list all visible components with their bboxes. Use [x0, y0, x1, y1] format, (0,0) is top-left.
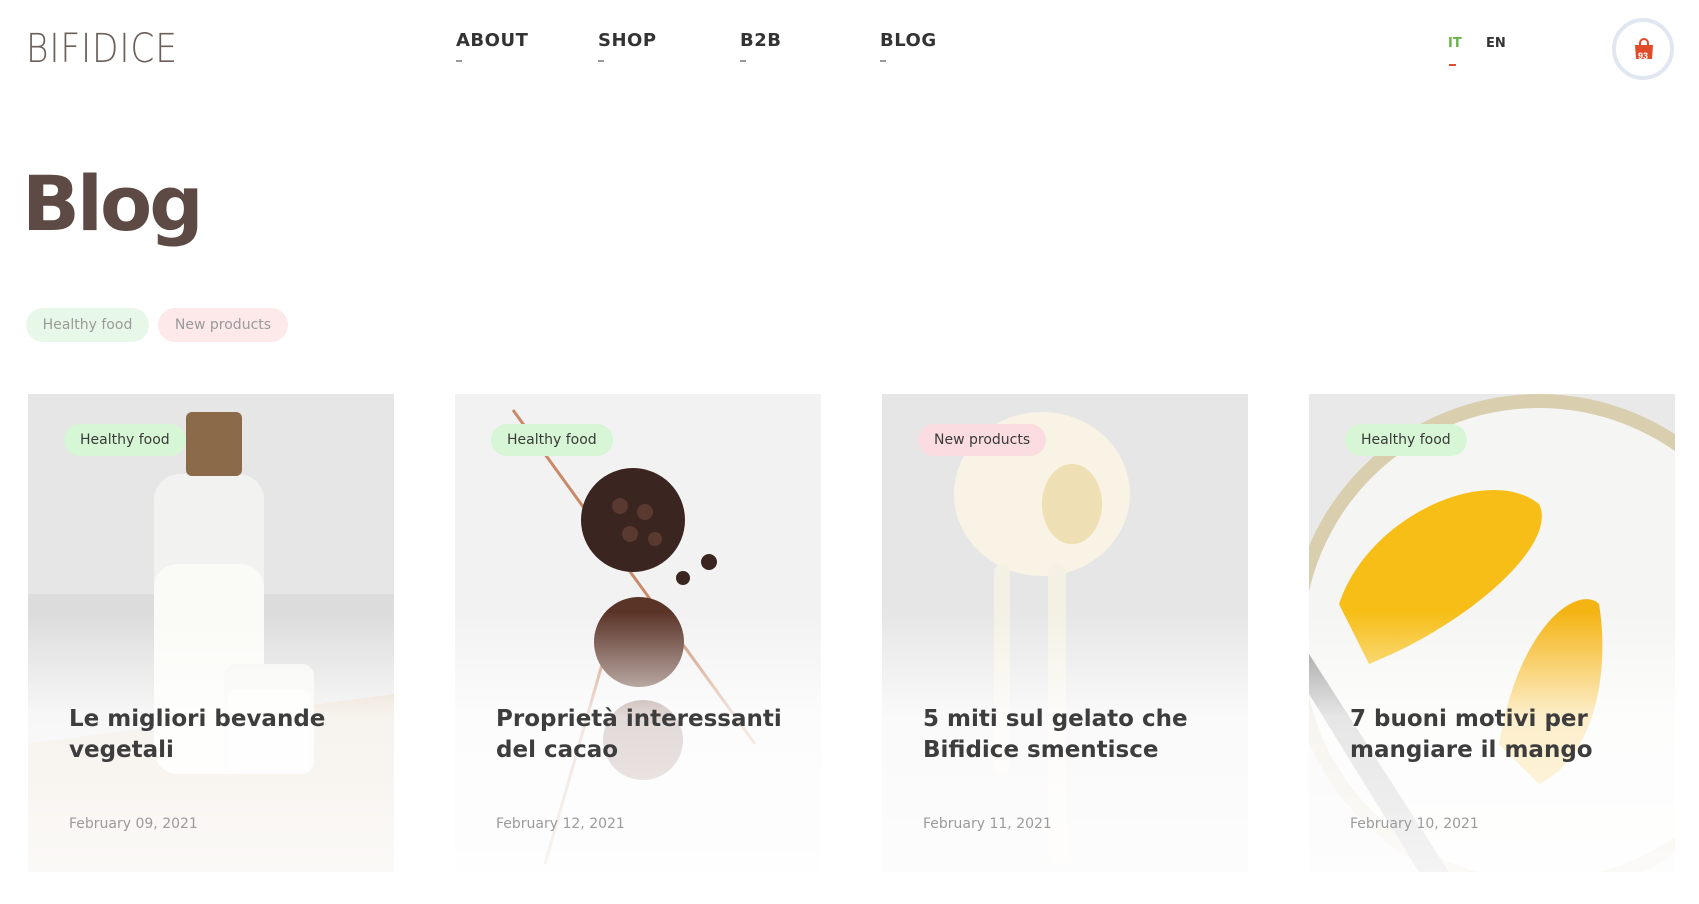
card-title[interactable]: Proprietà interessanti del cacao	[496, 704, 796, 766]
lang-en-label: EN	[1486, 36, 1506, 51]
nav-item-shop[interactable]: SHOP	[598, 30, 657, 62]
card-title[interactable]: 7 buoni motivi per mangiare il mango più…	[1350, 704, 1650, 766]
filter-healthy-food[interactable]: Healthy food	[26, 308, 149, 342]
card-title[interactable]: 5 miti sul gelato che Bifidice smentisce	[923, 704, 1223, 766]
card-tag: New products	[918, 424, 1047, 456]
lang-it-link[interactable]: IT	[1448, 36, 1462, 66]
lang-it-label: IT	[1448, 36, 1462, 51]
nav-item-label: BLOG	[880, 30, 937, 51]
blog-card[interactable]: Healthy food 7 buoni motivi per mangiare…	[1309, 394, 1675, 872]
card-title[interactable]: Le migliori bevande vegetali	[69, 704, 369, 766]
nav-dash	[880, 60, 886, 62]
card-tag: Healthy food	[64, 424, 186, 456]
card-date: February 10, 2021	[1350, 816, 1479, 832]
cart-count-badge: 93	[1637, 51, 1648, 61]
nav-dash	[598, 60, 604, 62]
blog-card[interactable]: New products 5 miti sul gelato che Bifid…	[882, 394, 1248, 872]
cart-button[interactable]: 93	[1612, 18, 1674, 80]
blog-card[interactable]: Healthy food Le migliori bevande vegetal…	[28, 394, 394, 872]
nav-item-b2b[interactable]: B2B	[740, 30, 782, 62]
nav-item-label: B2B	[740, 30, 782, 51]
nav-dash	[456, 60, 462, 62]
blog-card[interactable]: Healthy food Proprietà interessanti del …	[455, 394, 821, 872]
card-date: February 09, 2021	[69, 816, 198, 832]
page-title: Blog	[22, 159, 204, 248]
nav-dash	[740, 60, 746, 62]
lang-en-link[interactable]: EN	[1486, 36, 1506, 51]
site-header: BIFIDICE ABOUT SHOP B2B BLOG IT EN 93	[0, 0, 1699, 100]
card-tag: Healthy food	[491, 424, 613, 456]
brand-logo[interactable]: BIFIDICE	[26, 26, 178, 72]
filter-new-products[interactable]: New products	[158, 308, 288, 342]
nav-item-label: ABOUT	[456, 30, 529, 51]
card-date: February 11, 2021	[923, 816, 1052, 832]
nav-item-about[interactable]: ABOUT	[456, 30, 529, 62]
nav-item-blog[interactable]: BLOG	[880, 30, 937, 62]
card-tag: Healthy food	[1345, 424, 1467, 456]
card-date: February 12, 2021	[496, 816, 625, 832]
lang-active-dash	[1449, 64, 1456, 66]
nav-item-label: SHOP	[598, 30, 657, 51]
